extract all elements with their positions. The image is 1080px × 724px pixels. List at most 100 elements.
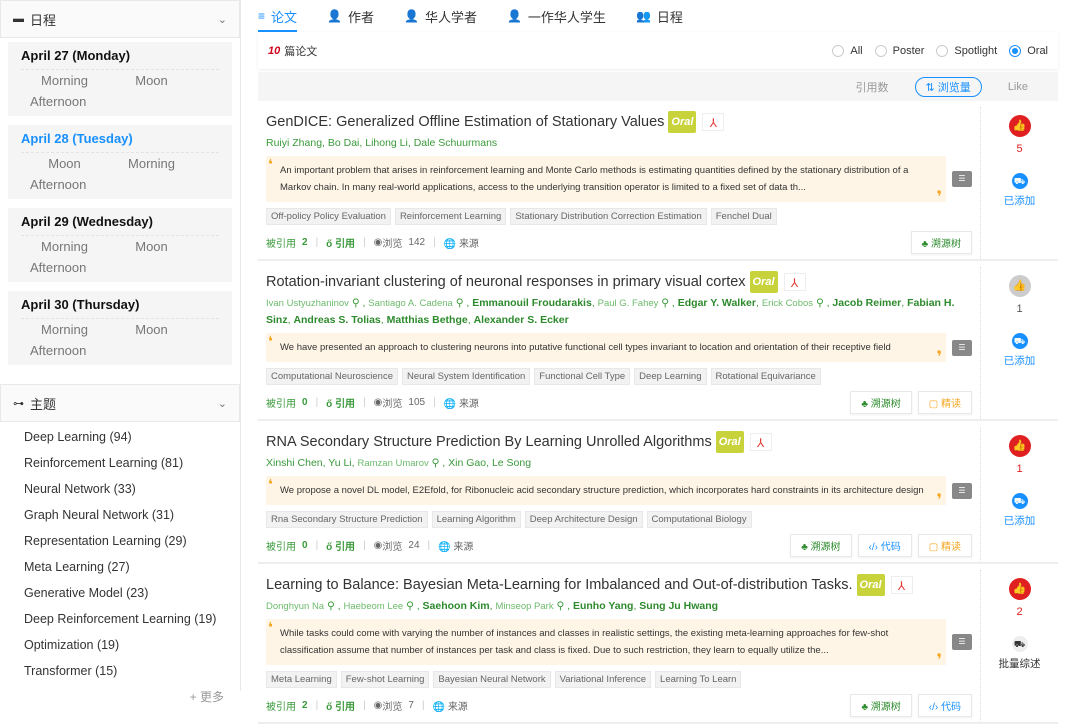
paper-title[interactable]: GenDICE: Generalized Offline Estimation … [266, 111, 664, 133]
thumbs-up-icon[interactable]: 👍 [1008, 115, 1031, 137]
cart-icon[interactable]: ⛟ [1011, 493, 1028, 509]
batch-review-button[interactable]: 批量综述 [999, 656, 1041, 671]
author-link[interactable]: Saehoon Kim [423, 600, 490, 612]
topic-item[interactable]: Representation Learning (29) [0, 528, 240, 554]
keyword-tag[interactable]: Rna Secondary Structure Prediction [266, 511, 428, 528]
tab-0[interactable]: ≡ 论文 [258, 0, 298, 32]
keyword-tag[interactable]: Few-shot Learning [340, 671, 430, 688]
schedule-slot-moon[interactable]: Moon [108, 236, 195, 257]
keyword-tag[interactable]: Fenchel Dual [710, 208, 777, 225]
keyword-tag[interactable]: Deep Learning [634, 368, 707, 385]
day-title[interactable]: April 30 (Thursday) [21, 297, 219, 319]
topic-item[interactable]: Graph Neural Network (31) [0, 502, 240, 528]
tree-button[interactable]: ♣ 溯源树 [850, 693, 912, 717]
author-link[interactable]: Ivan Ustyuzhaninov [266, 298, 349, 309]
day-title[interactable]: April 27 (Monday) [21, 48, 219, 70]
search-icon[interactable]: ⚲ [403, 600, 417, 612]
keyword-tag[interactable]: Variational Inference [554, 671, 652, 688]
tree-button[interactable]: ♣ 溯源树 [910, 230, 972, 254]
pdf-icon[interactable]: ⅄ [702, 113, 725, 131]
filter-all[interactable]: All [832, 44, 863, 57]
comment-icon[interactable]: ☰ [952, 339, 972, 356]
schedule-slot-morning[interactable]: Morning [108, 153, 195, 174]
author-link[interactable]: Ruiyi Zhang [266, 137, 322, 149]
tab-1[interactable]: 👤 作者 [327, 0, 374, 32]
schedule-slot-afternoon[interactable]: Afternoon [21, 257, 86, 278]
chevron-down-icon[interactable]: ⌄ [218, 13, 227, 26]
thumbs-up-icon[interactable]: 👍 [1008, 435, 1031, 457]
author-link[interactable]: Paul G. Fahey [598, 298, 659, 309]
sort-option[interactable]: Like [1008, 81, 1028, 93]
filter-poster[interactable]: Poster [874, 44, 924, 57]
pdf-icon[interactable]: ⅄ [783, 273, 806, 291]
paper-title[interactable]: Rotation-invariant clustering of neurona… [266, 271, 746, 293]
keyword-tag[interactable]: Reinforcement Learning [394, 208, 507, 225]
schedule-slot-afternoon[interactable]: Afternoon [21, 340, 86, 361]
pdf-icon[interactable]: ⅄ [890, 576, 913, 594]
search-icon[interactable]: ⚲ [324, 600, 338, 612]
author-link[interactable]: Eunho Yang [573, 600, 633, 612]
source-link[interactable]: 🌐 来源 [438, 538, 473, 553]
code-button[interactable]: ‹/› 代码 [857, 533, 912, 557]
search-icon[interactable]: ⚲ [658, 297, 672, 309]
tab-4[interactable]: 👥 日程 [636, 0, 683, 32]
author-link[interactable]: Bo Dai [328, 137, 360, 149]
tree-button[interactable]: ♣ 溯源树 [790, 533, 852, 557]
keyword-tag[interactable]: Stationary Distribution Correction Estim… [510, 208, 707, 225]
cart-icon[interactable]: ⛟ [1011, 636, 1028, 652]
cart-icon[interactable]: ⛟ [1011, 333, 1028, 349]
comment-icon[interactable]: ☰ [952, 482, 972, 499]
keyword-tag[interactable]: Deep Architecture Design [524, 511, 643, 528]
cite-button[interactable]: ő 引用 [326, 235, 355, 250]
cart-icon[interactable]: ⛟ [1011, 173, 1028, 189]
author-link[interactable]: Lihong Li [365, 137, 408, 149]
topic-item[interactable]: Generative Model (23) [0, 580, 240, 606]
author-link[interactable]: Le Song [492, 457, 531, 469]
added-label[interactable]: 已添加 [1004, 193, 1036, 208]
cite-button[interactable]: ő 引用 [326, 698, 355, 713]
filter-spotlight[interactable]: Spotlight [936, 44, 997, 57]
pdf-icon[interactable]: ⅄ [749, 433, 772, 451]
keyword-tag[interactable]: Neural System Identification [401, 368, 531, 385]
schedule-slot-moon[interactable]: Moon [21, 153, 108, 174]
added-label[interactable]: 已添加 [1004, 353, 1036, 368]
keyword-tag[interactable]: Computational Neuroscience [266, 368, 398, 385]
author-link[interactable]: Haebeom Lee [343, 601, 403, 612]
topic-item[interactable]: Optimization (19) [0, 632, 240, 658]
keyword-tag[interactable]: Off-policy Policy Evaluation [266, 208, 391, 225]
radio-dot[interactable] [832, 44, 845, 57]
author-link[interactable]: Yu Li [328, 457, 351, 469]
day-title[interactable]: April 28 (Tuesday) [21, 131, 219, 153]
author-link[interactable]: Minseop Park [495, 601, 553, 612]
topic-item[interactable]: Neural Network (33) [0, 476, 240, 502]
author-link[interactable]: Andreas S. Tolias [293, 314, 380, 326]
added-label[interactable]: 已添加 [1004, 513, 1036, 528]
author-link[interactable]: Santiago A. Cadena [368, 298, 453, 309]
author-link[interactable]: Emmanouil Froudarakis [472, 297, 592, 309]
radio-dot[interactable] [936, 44, 949, 57]
schedule-slot-afternoon[interactable]: Afternoon [21, 174, 86, 195]
topic-item[interactable]: Deep Reinforcement Learning (19) [0, 606, 240, 632]
search-icon[interactable]: ⚲ [813, 297, 827, 309]
thumbs-up-icon[interactable]: 👍 [1008, 578, 1031, 600]
source-link[interactable]: 🌐 来源 [444, 395, 479, 410]
code-button[interactable]: ‹/› 代码 [917, 693, 972, 717]
thumbs-up-icon[interactable]: 👍 [1008, 275, 1031, 297]
radio-dot[interactable] [1009, 44, 1022, 57]
search-icon[interactable]: ⚲ [429, 457, 443, 469]
schedule-slot-afternoon[interactable]: Afternoon [21, 91, 86, 112]
keyword-tag[interactable]: Meta Learning [266, 671, 337, 688]
author-link[interactable]: Erick Cobos [762, 298, 813, 309]
read-button[interactable]: ▢ 精读 [917, 390, 972, 414]
author-link[interactable]: Xinshi Chen [266, 457, 323, 469]
comment-icon[interactable]: ☰ [952, 634, 972, 650]
schedule-panel-header[interactable]: ▬ 日程 ⌄ [0, 0, 240, 38]
author-link[interactable]: Donghyun Na [266, 601, 324, 612]
comment-icon[interactable]: ☰ [952, 171, 972, 187]
tree-button[interactable]: ♣ 溯源树 [850, 390, 912, 414]
tab-2[interactable]: 👤 华人学者 [404, 0, 477, 32]
search-icon[interactable]: ⚲ [554, 600, 568, 612]
tab-3[interactable]: 👤 一作华人学生 [507, 0, 606, 32]
schedule-slot-morning[interactable]: Morning [21, 319, 108, 340]
schedule-slot-morning[interactable]: Morning [21, 236, 108, 257]
